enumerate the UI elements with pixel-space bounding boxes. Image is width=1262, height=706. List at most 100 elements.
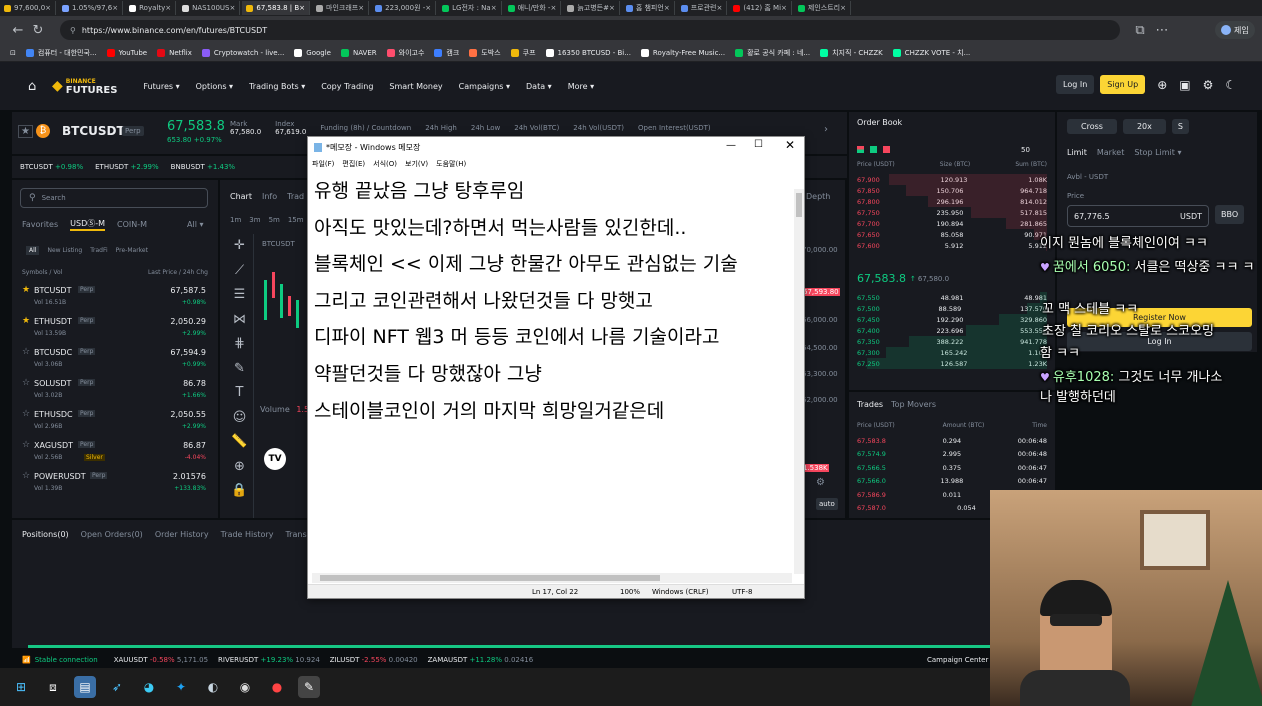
- ticker-item[interactable]: BTCUSDT +0.98%: [20, 163, 83, 171]
- pattern-icon[interactable]: ⋈: [226, 308, 253, 333]
- notepad-menu-item[interactable]: 파일(F): [312, 159, 334, 169]
- twitter-icon[interactable]: ✦: [170, 676, 192, 698]
- star-outline-icon[interactable]: ☆: [22, 378, 30, 388]
- lock-drawings-icon[interactable]: 🔒: [226, 479, 253, 504]
- nav-more[interactable]: More ▾: [568, 82, 594, 91]
- tab-close-icon[interactable]: ×: [840, 4, 846, 12]
- nav-options[interactable]: Options ▾: [196, 82, 233, 91]
- depth-tab[interactable]: Depth: [806, 192, 830, 201]
- tab-close-icon[interactable]: ×: [299, 4, 305, 12]
- positions-tab[interactable]: Order History: [155, 530, 209, 539]
- browser-tab[interactable]: 늙고병든# ×: [563, 1, 620, 15]
- tab-close-icon[interactable]: ×: [165, 4, 171, 12]
- filter-tab[interactable]: Pre-Market: [116, 247, 148, 254]
- order-type-tab[interactable]: Stop Limit ▾: [1134, 148, 1181, 157]
- browser-tab[interactable]: 1.05%/97,6 ×: [58, 1, 124, 15]
- binance-logo[interactable]: ◆ BINANCE FUTURES: [52, 77, 117, 96]
- star-filled-icon[interactable]: ★: [22, 316, 30, 326]
- login-button[interactable]: Log In: [1056, 75, 1095, 94]
- tab-close-icon[interactable]: ×: [781, 4, 787, 12]
- ruler-icon[interactable]: 📏: [226, 430, 253, 455]
- browser-tab[interactable]: Royalty ×: [125, 1, 177, 15]
- app-icon-bird[interactable]: ➶: [106, 676, 128, 698]
- maximize-icon[interactable]: ☐: [754, 139, 763, 150]
- horizontal-lines-icon[interactable]: ☰: [226, 283, 253, 308]
- emoji-icon[interactable]: ☺: [226, 406, 253, 431]
- leverage-button[interactable]: 20x: [1122, 119, 1166, 134]
- view-asks-icon[interactable]: [883, 146, 890, 153]
- timeframe-option[interactable]: 3m: [249, 216, 260, 224]
- orderbook-row[interactable]: 67,850 150.706 964.718: [857, 185, 1047, 196]
- theme-moon-icon[interactable]: ☾: [1225, 78, 1236, 92]
- crosshair-icon[interactable]: ✛: [226, 234, 253, 259]
- bookmark-item[interactable]: Netflix: [157, 48, 192, 57]
- steam-icon[interactable]: ◐: [202, 676, 224, 698]
- close-icon[interactable]: ✕: [785, 138, 795, 152]
- home-icon[interactable]: ⌂: [28, 79, 36, 94]
- browser-tab[interactable]: 마인크래프 ×: [312, 1, 370, 15]
- status-ticker[interactable]: ZAMAUSDT +11.28% 0.02416: [428, 656, 534, 664]
- orderbook-row[interactable]: 67,650 85.058 90.971: [857, 229, 1047, 240]
- orderbook-row[interactable]: 67,900 120.913 1.08K: [857, 174, 1047, 185]
- bookmark-item[interactable]: Royalty-Free Music...: [640, 48, 725, 57]
- bookmark-item[interactable]: NAVER: [340, 48, 377, 57]
- orderbook-row[interactable]: 67,700 190.894 281.865: [857, 218, 1047, 229]
- positions-tab[interactable]: Trans: [285, 530, 306, 539]
- fib-icon[interactable]: ⋕: [226, 332, 253, 357]
- market-row[interactable]: ☆ SOLUSDT Perp Vol 3.02B 86.78 +1.66%: [20, 377, 210, 408]
- bookmark-item[interactable]: YouTube: [106, 48, 147, 57]
- browser-tab[interactable]: LG전자 : Na ×: [438, 1, 502, 15]
- bookmark-item[interactable]: 쿠프: [510, 48, 536, 58]
- vertical-scrollbar[interactable]: [794, 189, 804, 574]
- notepad-menu-item[interactable]: 서식(O): [373, 159, 397, 169]
- order-type-tab[interactable]: Limit: [1067, 148, 1087, 157]
- horizontal-scrollbar[interactable]: [312, 573, 792, 583]
- bookmark-item[interactable]: 치지직 - CHZZK: [820, 48, 883, 58]
- nav-copy-trading[interactable]: Copy Trading: [321, 82, 373, 91]
- task-view-icon[interactable]: ⧈: [42, 676, 64, 698]
- menu-dots-icon[interactable]: ⋯: [1152, 20, 1172, 40]
- star-outline-icon[interactable]: ☆: [22, 471, 30, 481]
- orderbook-row[interactable]: 67,450 192.290 329.860: [857, 314, 1047, 325]
- minimize-icon[interactable]: —: [726, 140, 736, 151]
- star-outline-icon[interactable]: ☆: [22, 440, 30, 450]
- orderbook-row[interactable]: 67,600 5.912 5.912: [857, 240, 1047, 251]
- tab-close-icon[interactable]: ×: [609, 4, 615, 12]
- browser-tab[interactable]: 223,000원 - ×: [371, 1, 437, 15]
- bookmark-item[interactable]: 도박스: [469, 48, 501, 58]
- tab-close-icon[interactable]: ×: [716, 4, 722, 12]
- address-bar[interactable]: ⚲ https://www.binance.com/en/futures/BTC…: [60, 20, 1120, 40]
- chart-tab[interactable]: Chart: [230, 192, 252, 201]
- chart-tab[interactable]: Info: [262, 192, 277, 201]
- tab-close-icon[interactable]: ×: [664, 4, 670, 12]
- bbo-button[interactable]: BBO: [1215, 205, 1245, 224]
- browser-tab[interactable]: (412) 홈 Mi ×: [729, 1, 792, 15]
- star-filled-icon[interactable]: ★: [22, 285, 30, 295]
- obs-icon[interactable]: ◉: [234, 676, 256, 698]
- orderbook-row[interactable]: 67,500 88.589 137.570: [857, 303, 1047, 314]
- nav-smart-money[interactable]: Smart Money: [389, 82, 442, 91]
- trades-tab[interactable]: Trades: [857, 400, 883, 409]
- settings-icon[interactable]: ⚙: [1203, 78, 1214, 92]
- market-tab[interactable]: All ▾: [187, 220, 203, 229]
- trendline-icon[interactable]: ⟋: [226, 259, 253, 284]
- filter-tab[interactable]: All: [26, 246, 40, 255]
- recorder-icon[interactable]: ●: [266, 676, 288, 698]
- browser-tab[interactable]: 97,600,0 ×: [0, 1, 57, 15]
- tab-close-icon[interactable]: ×: [45, 4, 51, 12]
- filter-tab[interactable]: TradFi: [90, 247, 107, 254]
- chevron-right-icon[interactable]: ›: [824, 124, 828, 135]
- market-tab[interactable]: COIN-M: [117, 220, 147, 229]
- nav-trading-bots[interactable]: Trading Bots ▾: [249, 82, 305, 91]
- positions-tab[interactable]: Trade History: [221, 530, 274, 539]
- positions-tab[interactable]: Positions(0): [22, 530, 69, 539]
- browser-tab[interactable]: NAS100US ×: [178, 1, 241, 15]
- orderbook-row[interactable]: 67,800 296.196 814.012: [857, 196, 1047, 207]
- nav-futures[interactable]: Futures ▾: [143, 82, 179, 91]
- chart-settings-icon[interactable]: ⚙: [816, 477, 825, 488]
- status-ticker[interactable]: ZILUSDT -2.55% 0.00420: [330, 656, 418, 664]
- market-row[interactable]: ☆ POWERUSDT Perp Vol 1.39B 2.01576 +133.83%: [20, 470, 210, 501]
- orderbook-row[interactable]: 67,300 165.242 1.10K: [857, 347, 1047, 358]
- symbol-name[interactable]: BTCUSDT: [62, 124, 125, 138]
- market-row[interactable]: ☆ BTCUSDC Perp Vol 3.06B 67,594.9 +0.99%: [20, 346, 210, 377]
